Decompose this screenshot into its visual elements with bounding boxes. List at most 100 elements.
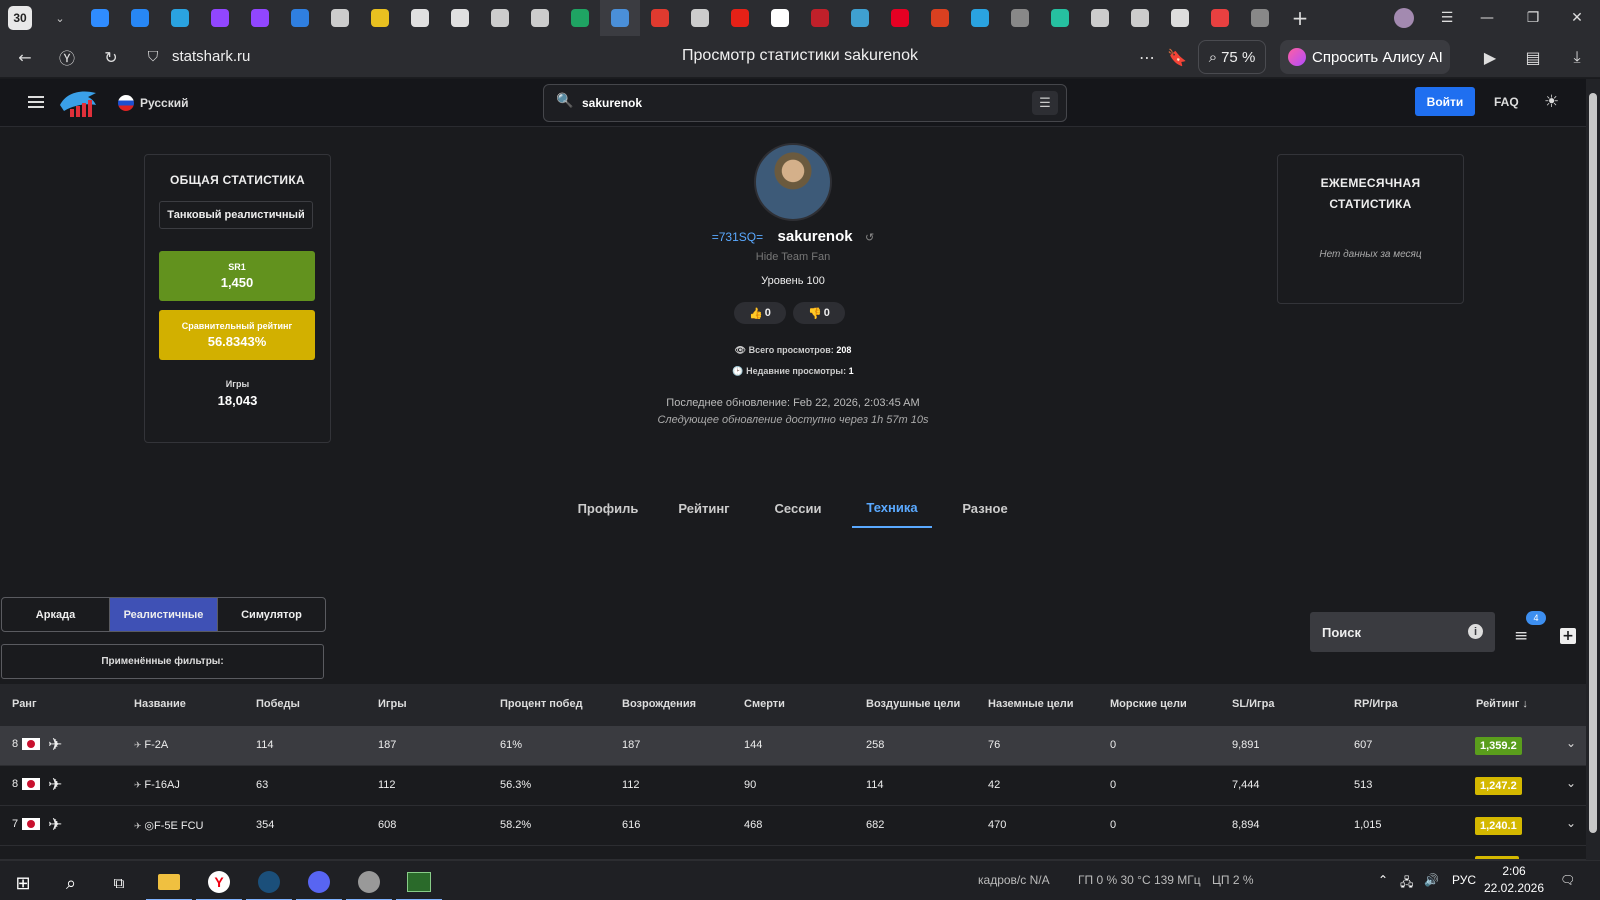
clan-tag[interactable]: =731SQ= [712,230,763,244]
table-row[interactable]: 8 ✈ ✈ F-16AJ 63 112 56.3% 112 90 114 42 0 7,444 513 1… [0,766,1586,806]
close-icon[interactable]: ✕ [1554,0,1600,36]
applied-filters[interactable]: Применённые фильтры: [1,644,324,679]
dislike-button[interactable]: 👎 0 [793,302,845,324]
login-button[interactable]: Войти [1415,87,1475,116]
feather-icon[interactable] [1120,0,1160,36]
more-options-icon[interactable]: ⋯ [1134,45,1160,69]
volume-icon[interactable]: 🔊 [1424,873,1439,887]
disc-app-icon[interactable] [346,865,392,900]
profile-avatar[interactable] [1384,0,1424,36]
hamburger-menu-icon[interactable] [28,96,44,108]
tab-counter[interactable]: 30 [0,0,40,36]
app-icon[interactable] [760,0,800,36]
mode-arcade[interactable]: Аркада [2,598,110,631]
gear-icon[interactable] [480,0,520,36]
badge-icon[interactable] [680,0,720,36]
tab-profile[interactable]: Профиль [570,488,646,528]
col-spawns[interactable]: Возрождения [622,698,696,710]
tab-rating[interactable]: Рейтинг [666,488,742,528]
col-name[interactable]: Название [134,698,186,710]
table-search-field[interactable]: Поиск i [1310,612,1495,652]
notifications-icon[interactable]: 🗨 [1560,873,1575,887]
twitch-icon[interactable] [200,0,240,36]
yandex-browser-icon[interactable]: Y [196,865,242,900]
vehicle-name-cell[interactable]: ✈ F-2A [134,739,168,751]
task-view-icon[interactable]: ⧉ [96,865,142,900]
statshark-icon[interactable] [600,0,640,36]
minimize-icon[interactable]: — [1464,0,1510,36]
info-icon[interactable]: i [1468,624,1483,639]
search-icon[interactable]: ⌕ [48,865,94,900]
search-settings-icon[interactable]: ☰ [1032,91,1058,115]
clock[interactable]: 2:06 22.02.2026 [1482,864,1546,895]
shield-icon[interactable] [400,0,440,36]
cloud-icon[interactable] [960,0,1000,36]
steam-icon[interactable] [246,865,292,900]
add-column-button[interactable]: + [1560,628,1576,644]
zoom-indicator[interactable]: ⌕ 75 % [1198,40,1266,74]
filter-icon[interactable]: ≡ [1514,626,1528,646]
vehicle-name-cell[interactable]: ✈ ◎F-5E FCU [134,819,204,832]
tab-list-chevron-icon[interactable]: ⌄ [40,0,80,36]
faq-link[interactable]: FAQ [1494,95,1519,109]
tray-expand-chevron-icon[interactable]: ⌃ [1378,873,1388,887]
col-deaths[interactable]: Смерти [744,698,785,710]
table-row[interactable]: 8 ✈ ✈ F-2A 114 187 61% 187 144 258 76 0 9,891 607 1,3… [0,726,1586,766]
pinterest-icon[interactable] [880,0,920,36]
table-row[interactable]: 7 ✈ ✈ ◎F-5E FCU 354 608 58.2% 616 468 682 470 0 8,8… [0,806,1586,846]
arrow-icon[interactable] [640,0,680,36]
file-explorer-icon[interactable] [146,865,192,900]
monitor-icon[interactable] [1040,0,1080,36]
col-air-targets[interactable]: Воздушные цели [866,698,960,710]
expand-row-chevron-icon[interactable]: ⌄ [1566,776,1576,790]
sheets-icon[interactable] [560,0,600,36]
triangle-icon[interactable] [840,0,880,36]
col-ground-targets[interactable]: Наземные цели [988,698,1073,710]
new-tab-button[interactable]: + [1280,0,1320,36]
player-search[interactable]: 🔍 sakurenok ☰ [543,84,1067,122]
mode-simulator[interactable]: Симулятор [218,598,325,631]
collections-icon[interactable]: ▤ [1520,45,1546,69]
tab-misc[interactable]: Разное [947,488,1023,528]
feather-icon[interactable] [1080,0,1120,36]
language-selector[interactable]: Русский [118,95,189,111]
restore-icon[interactable]: ❐ [1510,0,1556,36]
cloud-icon[interactable] [1240,0,1280,36]
col-rank[interactable]: Ранг [12,698,37,710]
chat-icon[interactable] [80,0,120,36]
coin-icon[interactable] [360,0,400,36]
input-language[interactable]: РУС [1452,873,1476,887]
shield-icon[interactable] [440,0,480,36]
network-icon[interactable]: 🖧 [1400,873,1413,894]
table-row-partial[interactable] [0,846,1586,860]
theme-toggle-sun-icon[interactable]: ☀ [1544,92,1559,112]
vk-icon[interactable] [120,0,160,36]
stack-icon[interactable] [1160,0,1200,36]
telegram-icon[interactable] [160,0,200,36]
expand-row-chevron-icon[interactable]: ⌄ [1566,816,1576,830]
col-sl-per-game[interactable]: SL/Игра [1232,698,1274,710]
game-icon[interactable] [800,0,840,36]
diamond-icon[interactable] [320,0,360,36]
statshark-logo[interactable] [58,87,100,119]
col-games[interactable]: Игры [378,698,407,710]
like-button[interactable]: 👍 0 [734,302,786,324]
col-wins[interactable]: Победы [256,698,300,710]
col-rp-per-game[interactable]: RP/Игра [1354,698,1398,710]
expand-row-chevron-icon[interactable]: ⌄ [1566,736,1576,750]
tool-icon[interactable] [520,0,560,36]
youtube-icon[interactable] [720,0,760,36]
col-rating[interactable]: Рейтинг ↓ [1476,698,1528,710]
tab-vehicles[interactable]: Техника [852,488,932,528]
stats-mode-selector[interactable]: Танковый реалистичный [159,201,313,229]
search-input[interactable]: sakurenok [582,96,642,110]
mode-realistic[interactable]: Реалистичные [110,598,218,631]
col-naval-targets[interactable]: Морские цели [1110,698,1187,710]
wing-icon[interactable] [280,0,320,36]
vehicle-name-cell[interactable]: ✈ F-16AJ [134,779,180,791]
ask-alice-button[interactable]: Спросить Алису AI [1280,40,1450,74]
gpu-monitor-icon[interactable] [396,865,442,900]
download-icon[interactable]: ⤓ [1564,45,1590,69]
bookmark-icon[interactable]: 🔖 [1164,45,1190,69]
media-play-icon[interactable]: ▶ [1477,45,1503,69]
